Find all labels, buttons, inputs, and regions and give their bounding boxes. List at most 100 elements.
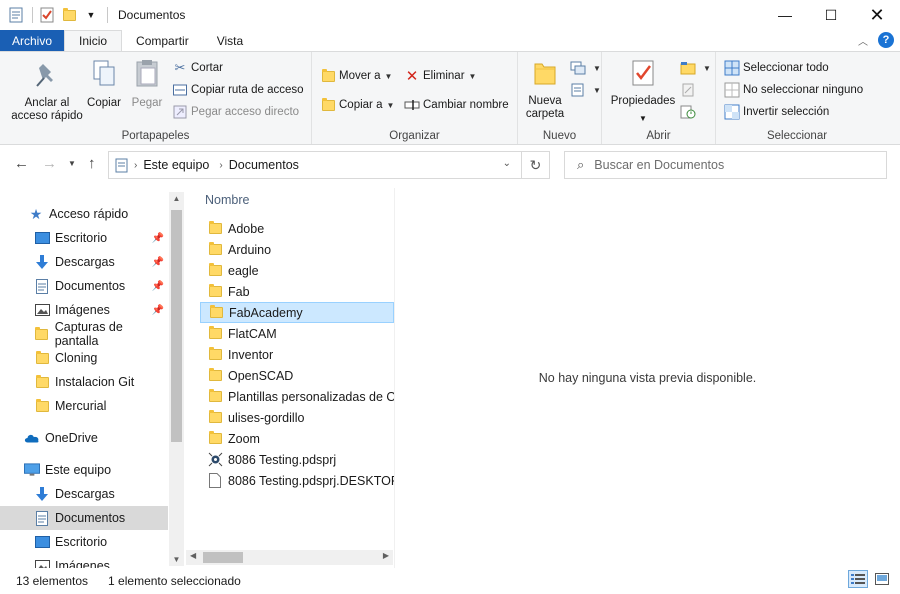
select-none-button[interactable]: No seleccionar ninguno xyxy=(724,80,863,100)
scrollbar-thumb[interactable] xyxy=(171,210,182,442)
selection-count: 1 elemento seleccionado xyxy=(108,574,241,588)
breadcrumb-documentos[interactable]: Documentos xyxy=(229,158,299,172)
address-bar[interactable]: › Este equipo › Documentos ⌄ ↻ xyxy=(108,151,550,179)
properties-icon[interactable] xyxy=(8,7,24,23)
copy-icon xyxy=(84,58,124,94)
nav-pc-descargas[interactable]: Descargas xyxy=(0,482,168,506)
delete-button[interactable]: ✕ Eliminar ▼ xyxy=(404,66,477,86)
navigation-pane: ★ Acceso rápido Escritorio 📌 Descargas 📌… xyxy=(0,190,185,568)
divider xyxy=(32,7,33,23)
move-to-button[interactable]: Mover a ▼ xyxy=(320,66,392,86)
nav-quick-access[interactable]: ★ Acceso rápido xyxy=(0,202,168,226)
view-switcher xyxy=(848,570,892,588)
edit-button[interactable] xyxy=(680,80,699,100)
forward-button[interactable]: → xyxy=(42,155,57,172)
new-folder-icon[interactable] xyxy=(61,7,77,23)
scroll-up-button[interactable]: ▲ xyxy=(169,194,184,203)
properties-button[interactable]: Propiedades ▼ xyxy=(606,58,680,125)
chevron-down-icon[interactable]: ▼ xyxy=(83,7,99,23)
help-icon[interactable]: ? xyxy=(878,32,894,48)
collapse-ribbon-icon[interactable]: ︿ xyxy=(858,33,868,48)
search-box[interactable]: ⌕ Buscar en Documentos xyxy=(564,151,887,179)
nav-pc-escritorio[interactable]: Escritorio xyxy=(0,530,168,554)
tab-vista[interactable]: Vista xyxy=(203,30,257,52)
ribbon: Anclar al acceso rápido Copiar Pegar ✂ C… xyxy=(0,51,900,145)
large-icons-view-button[interactable] xyxy=(872,570,892,588)
nav-scrollbar[interactable]: ▲ ▼ xyxy=(169,192,184,566)
list-item[interactable]: 8086 Testing.pdsprj xyxy=(200,449,394,470)
open-button[interactable]: ▼ xyxy=(680,58,711,78)
tab-compartir[interactable]: Compartir xyxy=(122,30,203,52)
maximize-button[interactable]: ☐ xyxy=(808,0,854,30)
list-item[interactable]: Adobe xyxy=(200,218,394,239)
list-item[interactable]: 8086 Testing.pdsprj.DESKTOP-6I xyxy=(200,470,394,491)
list-item[interactable]: FlatCAM xyxy=(200,323,394,344)
copy-path-button[interactable]: Copiar ruta de acceso xyxy=(172,80,304,100)
scrollbar-thumb[interactable] xyxy=(203,552,243,563)
list-item[interactable]: Plantillas personalizadas de Office xyxy=(200,386,394,407)
nav-item-mercurial[interactable]: Mercurial xyxy=(0,394,168,418)
nav-onedrive[interactable]: OneDrive xyxy=(0,426,168,450)
file-list-scrollbar[interactable]: ◀ ▶ xyxy=(186,550,393,565)
search-icon: ⌕ xyxy=(577,157,585,172)
nav-item-instalacion-git[interactable]: Instalacion Git xyxy=(0,370,168,394)
nav-item-documentos[interactable]: Documentos 📌 xyxy=(0,274,168,298)
copy-button[interactable]: Copiar xyxy=(84,58,124,110)
history-button[interactable] xyxy=(680,102,699,122)
select-all-icon xyxy=(724,60,740,76)
list-item[interactable]: Zoom xyxy=(200,428,394,449)
nav-item-descargas[interactable]: Descargas 📌 xyxy=(0,250,168,274)
list-item[interactable]: OpenSCAD xyxy=(200,365,394,386)
list-item[interactable]: FabAcademy xyxy=(200,302,394,323)
scroll-right-button[interactable]: ▶ xyxy=(383,551,389,560)
list-item[interactable]: Arduino xyxy=(200,239,394,260)
nav-item-escritorio[interactable]: Escritorio 📌 xyxy=(0,226,168,250)
list-item[interactable]: ulises-gordillo xyxy=(200,407,394,428)
paste-button[interactable]: Pegar xyxy=(128,58,166,110)
list-item[interactable]: Inventor xyxy=(200,344,394,365)
column-header-name[interactable]: Nombre xyxy=(205,193,249,207)
folder-icon xyxy=(207,410,223,426)
close-button[interactable]: ✕ xyxy=(854,0,900,30)
nav-pc-documentos[interactable]: Documentos xyxy=(0,506,168,530)
checkmark-icon[interactable] xyxy=(39,7,55,23)
breadcrumb-chevron-icon[interactable]: › xyxy=(219,160,222,171)
copy-to-button[interactable]: Copiar a ▼ xyxy=(320,95,394,115)
select-all-button[interactable]: Seleccionar todo xyxy=(724,58,829,78)
proteus-project-icon xyxy=(207,452,223,468)
group-abrir: Propiedades ▼ ▼ Abrir xyxy=(602,52,716,144)
easy-access-button[interactable]: ▼ xyxy=(570,80,601,100)
scroll-left-button[interactable]: ◀ xyxy=(190,551,196,560)
refresh-button[interactable]: ↻ xyxy=(521,152,549,178)
cut-button[interactable]: ✂ Cortar xyxy=(172,58,223,78)
address-dropdown-button[interactable]: ⌄ xyxy=(503,158,511,169)
up-button[interactable]: ↑ xyxy=(88,155,96,172)
details-view-button[interactable] xyxy=(848,570,868,588)
nav-item-capturas[interactable]: Capturas de pantalla xyxy=(0,320,168,348)
search-input[interactable]: Buscar en Documentos xyxy=(594,158,724,172)
tab-inicio[interactable]: Inicio xyxy=(64,30,123,52)
nav-item-cloning[interactable]: Cloning xyxy=(0,346,168,370)
rename-button[interactable]: Cambiar nombre xyxy=(404,95,509,115)
new-item-button[interactable]: ▼ xyxy=(570,58,601,78)
paste-shortcut-button[interactable]: Pegar acceso directo xyxy=(172,102,299,122)
minimize-button[interactable]: — xyxy=(762,0,808,30)
tab-archivo[interactable]: Archivo xyxy=(0,30,65,52)
breadcrumb-chevron-icon[interactable]: › xyxy=(134,160,137,171)
documents-icon xyxy=(115,158,128,173)
list-item[interactable]: Fab xyxy=(200,281,394,302)
recent-locations-button[interactable]: ▼ xyxy=(68,159,76,168)
invert-selection-button[interactable]: Invertir selección xyxy=(724,102,829,122)
nav-item-imagenes[interactable]: Imágenes 📌 xyxy=(0,298,168,322)
nav-este-equipo[interactable]: Este equipo xyxy=(0,458,168,482)
list-item[interactable]: eagle xyxy=(200,260,394,281)
pin-quick-access-button[interactable]: Anclar al acceso rápido xyxy=(8,58,86,123)
new-folder-button[interactable]: Nueva carpeta xyxy=(524,58,566,121)
scroll-down-button[interactable]: ▼ xyxy=(169,555,184,564)
group-label: Organizar xyxy=(389,130,440,142)
ribbon-tabs: Archivo Inicio Compartir Vista ︿ ? xyxy=(0,30,900,52)
back-button[interactable]: ← xyxy=(14,155,29,172)
breadcrumb-este-equipo[interactable]: Este equipo xyxy=(143,158,209,172)
nav-pc-imagenes[interactable]: Imágenes xyxy=(0,554,168,568)
folder-icon xyxy=(207,389,223,405)
